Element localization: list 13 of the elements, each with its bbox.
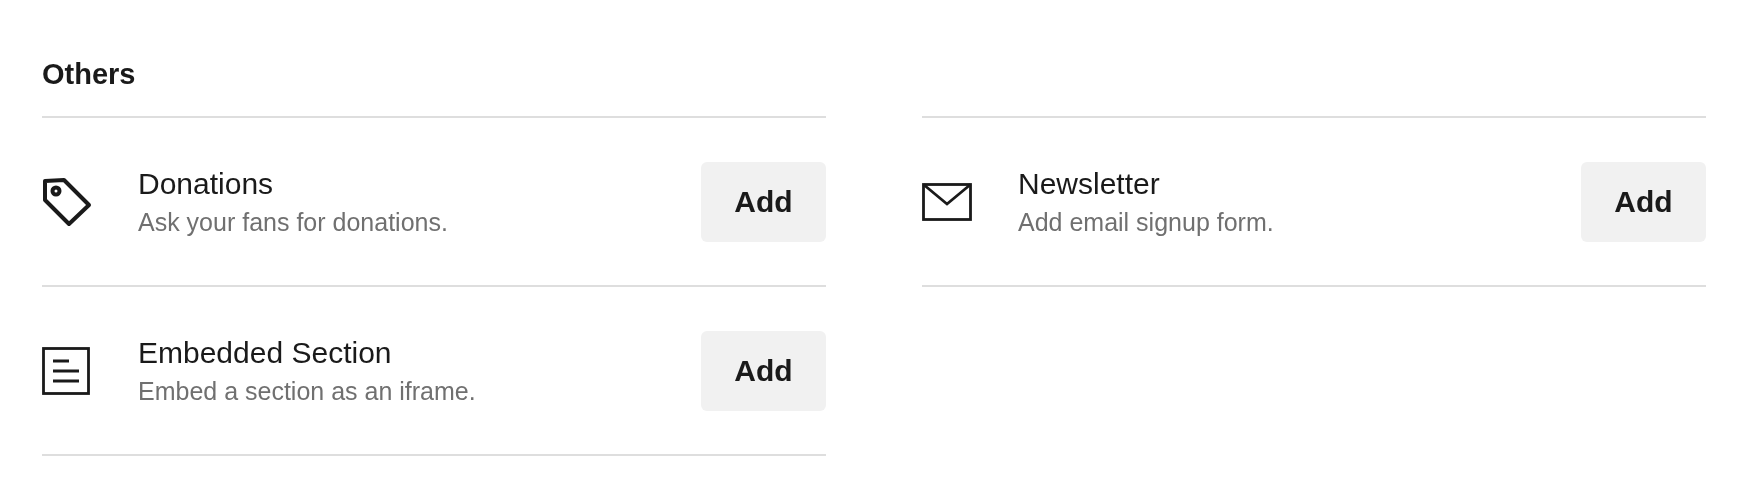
- add-button[interactable]: Add: [701, 161, 826, 242]
- add-button[interactable]: Add: [701, 330, 826, 411]
- item-title: Newsletter: [1018, 165, 1161, 202]
- item-title: Donations: [138, 165, 275, 202]
- document-icon: [42, 346, 90, 395]
- section-title: Others: [42, 57, 137, 92]
- item-description: Embed a section as an iframe.: [138, 375, 477, 407]
- tag-icon: [42, 176, 92, 227]
- item-title: Embedded Section: [138, 334, 393, 371]
- item-description: Add email signup form.: [1018, 206, 1275, 238]
- add-button[interactable]: Add: [1581, 161, 1706, 242]
- item-description: Ask your fans for donations.: [138, 206, 449, 238]
- envelope-icon: [922, 182, 972, 221]
